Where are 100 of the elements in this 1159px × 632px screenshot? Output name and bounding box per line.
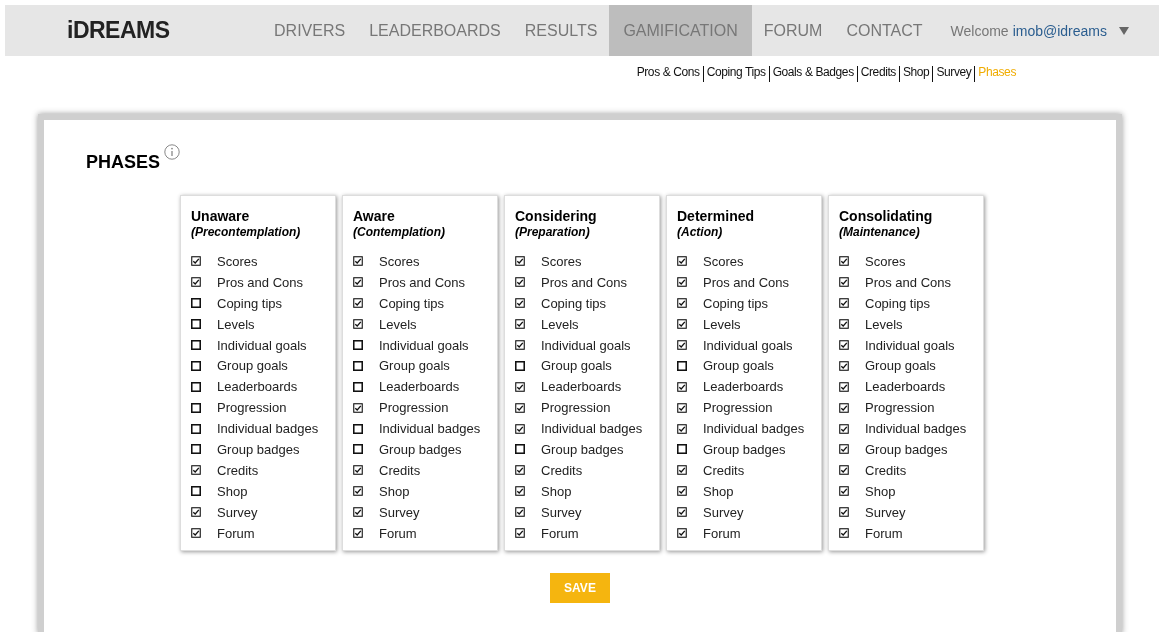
checkbox[interactable] bbox=[353, 444, 363, 455]
checkbox[interactable] bbox=[515, 256, 525, 267]
checkbox[interactable] bbox=[515, 465, 525, 476]
checkbox[interactable] bbox=[677, 444, 687, 455]
checkbox[interactable] bbox=[677, 340, 687, 350]
feature-label: Pros and Cons bbox=[217, 274, 303, 290]
checkbox[interactable] bbox=[515, 402, 525, 413]
checkbox[interactable] bbox=[515, 528, 525, 538]
checkbox[interactable] bbox=[353, 486, 363, 497]
subnav-link[interactable]: Pros & Cons bbox=[633, 66, 703, 82]
checkbox[interactable] bbox=[353, 360, 363, 371]
info-icon[interactable] bbox=[164, 144, 181, 160]
checkbox[interactable] bbox=[515, 298, 525, 309]
checkbox[interactable] bbox=[677, 277, 687, 288]
subnav-link[interactable]: Survey bbox=[932, 66, 975, 82]
checkbox[interactable] bbox=[515, 360, 525, 371]
feature-label: Credits bbox=[703, 462, 745, 478]
checkbox[interactable] bbox=[191, 402, 201, 413]
subnav-link[interactable]: Goals & Badges bbox=[768, 66, 857, 82]
checkbox[interactable] bbox=[191, 277, 201, 288]
checkbox[interactable] bbox=[353, 381, 363, 392]
feature-label: Survey bbox=[217, 504, 258, 520]
checkbox[interactable] bbox=[839, 444, 849, 455]
checkbox[interactable] bbox=[191, 528, 201, 538]
checkbox[interactable] bbox=[839, 528, 849, 538]
checkbox[interactable] bbox=[515, 340, 525, 350]
feature-label: Scores bbox=[217, 253, 258, 269]
subnav-link[interactable]: Credits bbox=[856, 66, 899, 82]
feature-label: Individual goals bbox=[379, 337, 469, 353]
checkbox[interactable] bbox=[353, 423, 363, 434]
checkbox[interactable] bbox=[677, 298, 687, 309]
checkbox[interactable] bbox=[839, 486, 849, 497]
nav-link[interactable]: RESULTS bbox=[512, 5, 610, 56]
checkbox[interactable] bbox=[191, 298, 201, 309]
checkbox[interactable] bbox=[353, 298, 363, 309]
checkbox[interactable] bbox=[839, 465, 849, 476]
checkbox[interactable] bbox=[191, 256, 201, 267]
checkbox[interactable] bbox=[353, 528, 363, 538]
checkbox[interactable] bbox=[515, 444, 525, 455]
checkbox[interactable] bbox=[191, 507, 201, 518]
user-link[interactable]: imob@idreams bbox=[1012, 22, 1107, 39]
feature-label: Survey bbox=[379, 504, 420, 520]
checkbox[interactable] bbox=[839, 381, 849, 392]
checkbox[interactable] bbox=[353, 340, 363, 350]
checkbox[interactable] bbox=[677, 319, 687, 330]
checkbox[interactable] bbox=[839, 402, 849, 413]
checkbox[interactable] bbox=[677, 256, 687, 267]
checkbox[interactable] bbox=[353, 256, 363, 267]
checkbox[interactable] bbox=[515, 423, 525, 434]
checkbox[interactable] bbox=[515, 277, 525, 288]
feature-label: Shop bbox=[217, 483, 248, 499]
checkbox[interactable] bbox=[353, 507, 363, 518]
checkbox[interactable] bbox=[677, 381, 687, 392]
checkbox[interactable] bbox=[839, 507, 849, 518]
checkbox[interactable] bbox=[515, 319, 525, 330]
feature-label: Individual badges bbox=[541, 421, 643, 437]
nav-link[interactable]: DRIVERS bbox=[262, 5, 358, 56]
subnav-link[interactable]: Coping Tips bbox=[702, 66, 769, 82]
checkbox[interactable] bbox=[677, 360, 687, 371]
checkbox[interactable] bbox=[191, 340, 201, 350]
checkbox[interactable] bbox=[353, 402, 363, 413]
checkbox[interactable] bbox=[353, 319, 363, 330]
checkbox[interactable] bbox=[677, 486, 687, 497]
checkbox[interactable] bbox=[515, 381, 525, 392]
checkbox[interactable] bbox=[839, 277, 849, 288]
phase-stage: (Contemplation) bbox=[353, 225, 446, 239]
nav-link[interactable]: CONTACT bbox=[834, 5, 935, 56]
checkbox[interactable] bbox=[353, 465, 363, 476]
nav-link[interactable]: FORUM bbox=[751, 5, 835, 56]
checkbox[interactable] bbox=[677, 528, 687, 538]
checkbox[interactable] bbox=[839, 340, 849, 350]
checkbox[interactable] bbox=[191, 360, 201, 371]
caret-icon[interactable] bbox=[1119, 26, 1129, 35]
checkbox[interactable] bbox=[191, 381, 201, 392]
checkbox[interactable] bbox=[839, 256, 849, 267]
subnav-link[interactable]: Shop bbox=[898, 66, 933, 82]
checkbox[interactable] bbox=[677, 507, 687, 518]
checkbox[interactable] bbox=[839, 319, 849, 330]
feature-label: Group badges bbox=[541, 441, 624, 457]
feature-label: Individual badges bbox=[217, 421, 319, 437]
feature-label: Pros and Cons bbox=[379, 274, 465, 290]
feature-label: Leaderboards bbox=[865, 379, 946, 395]
checkbox[interactable] bbox=[191, 319, 201, 330]
checkbox[interactable] bbox=[839, 423, 849, 434]
feature-label: Leaderboards bbox=[217, 379, 298, 395]
checkbox[interactable] bbox=[677, 423, 687, 434]
checkbox[interactable] bbox=[515, 507, 525, 518]
checkbox[interactable] bbox=[839, 360, 849, 371]
logo[interactable]: iDREAMS bbox=[67, 17, 170, 44]
checkbox[interactable] bbox=[353, 277, 363, 288]
checkbox[interactable] bbox=[191, 465, 201, 476]
phase-stage: (Action) bbox=[677, 225, 724, 239]
checkbox[interactable] bbox=[191, 486, 201, 497]
checkbox[interactable] bbox=[191, 444, 201, 455]
checkbox[interactable] bbox=[515, 486, 525, 497]
checkbox[interactable] bbox=[677, 402, 687, 413]
nav-link[interactable]: LEADERBOARDS bbox=[357, 5, 513, 56]
checkbox[interactable] bbox=[191, 423, 201, 434]
checkbox[interactable] bbox=[677, 465, 687, 476]
checkbox[interactable] bbox=[839, 298, 849, 309]
